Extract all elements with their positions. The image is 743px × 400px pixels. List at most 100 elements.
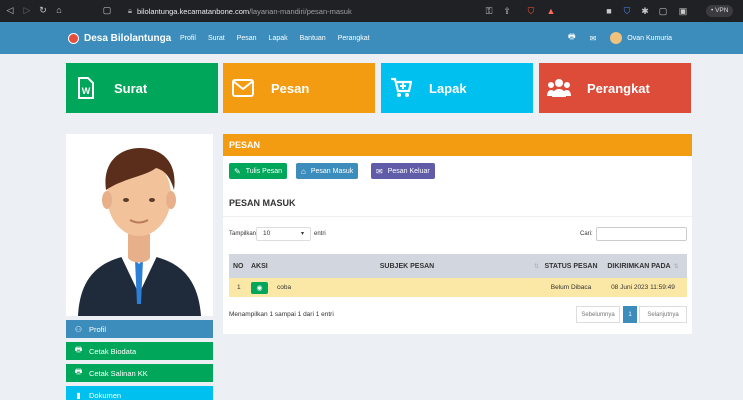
nav-surat[interactable]: Surat bbox=[208, 35, 225, 42]
entries-value: 10 bbox=[263, 230, 271, 237]
sidebar-item-profil[interactable]: ⚇ Profil bbox=[66, 320, 213, 338]
tile-lapak[interactable]: Lapak bbox=[381, 63, 533, 113]
nav-lapak[interactable]: Lapak bbox=[269, 35, 288, 42]
cell-status: Belum Dibaca bbox=[543, 278, 599, 297]
wallet-card-icon[interactable]: ▣ bbox=[676, 4, 690, 18]
header-label: NO bbox=[233, 262, 244, 270]
message-date: 08 Juni 2023 11:59:49 bbox=[611, 284, 675, 291]
brave-shield-icon[interactable]: ⛉ bbox=[524, 4, 538, 18]
col-header-aksi[interactable]: AKSI bbox=[249, 254, 271, 278]
panel-title: PESAN bbox=[223, 134, 692, 156]
print-icon: 🖶︎ bbox=[74, 367, 83, 376]
inbox-icon: ⌂ bbox=[301, 166, 306, 176]
entries-select[interactable]: 10 ▾ bbox=[256, 227, 311, 241]
sort-icon: ⇅ bbox=[533, 263, 539, 270]
section-title: PESAN MASUK bbox=[229, 198, 296, 208]
col-header-date[interactable]: DIKIRIMKAN PADA ⇅ bbox=[599, 254, 687, 278]
share-icon[interactable]: ⇪ bbox=[500, 4, 514, 18]
sidebar-item-label: Dokumen bbox=[89, 390, 122, 400]
header-label: AKSI bbox=[251, 262, 268, 270]
header-label: STATUS PESAN bbox=[544, 262, 598, 270]
chevron-down-icon: ▾ bbox=[300, 231, 304, 237]
sidebar-item-dokumen[interactable]: ▮ Dokumen bbox=[66, 386, 213, 400]
compose-button[interactable]: ✎ Tulis Pesan bbox=[229, 163, 288, 179]
tile-perangkat[interactable]: Perangkat bbox=[539, 63, 691, 113]
tile-pesan[interactable]: Pesan bbox=[223, 63, 375, 113]
sidebar-toggle-icon[interactable]: ▢ bbox=[656, 4, 670, 18]
length-label: Tampilkan bbox=[229, 231, 257, 237]
nav-pesan[interactable]: Pesan bbox=[237, 35, 257, 42]
users-icon bbox=[539, 63, 579, 113]
lock-icon: 🔒︎ bbox=[128, 6, 132, 15]
envelope-icon: ✉︎ bbox=[376, 166, 383, 176]
svg-text:W: W bbox=[82, 86, 91, 96]
vpn-button[interactable]: • VPN bbox=[706, 5, 734, 17]
cell-subject[interactable]: coba bbox=[271, 278, 543, 297]
button-label: Pesan Keluar bbox=[387, 167, 430, 175]
edit-icon: ✎ bbox=[234, 166, 241, 176]
tile-label: Lapak bbox=[429, 80, 467, 96]
brand-name: Desa Bilolantunga bbox=[84, 32, 172, 44]
app-header: Desa Bilolantunga Profil Surat Pesan Lap… bbox=[0, 22, 743, 54]
view-message-button[interactable]: ◉ bbox=[251, 281, 268, 294]
next-page-button[interactable]: Selanjutnya bbox=[639, 306, 687, 323]
print-icon[interactable]: 🖶︎ bbox=[568, 31, 576, 45]
divider bbox=[223, 216, 692, 217]
top-nav: Profil Surat Pesan Lapak Bantuan Perangk… bbox=[180, 22, 382, 54]
button-label: Pesan Masuk bbox=[310, 167, 354, 175]
outbox-button[interactable]: ✉︎ Pesan Keluar bbox=[371, 163, 435, 179]
sort-icon: ⇅ bbox=[673, 263, 679, 270]
sidebar-item-label: Cetak Salinan KK bbox=[89, 368, 148, 378]
reload-icon[interactable]: ↻ bbox=[36, 5, 50, 16]
message-status: Belum Dibaca bbox=[550, 284, 592, 291]
bookmark-icon[interactable]: ▢ bbox=[100, 5, 114, 16]
tile-surat[interactable]: W Surat bbox=[66, 63, 218, 113]
avatar[interactable] bbox=[610, 32, 623, 44]
table-info: Menampilkan 1 sampai 1 dari 1 entri bbox=[229, 311, 334, 318]
search-label: Cari: bbox=[580, 231, 593, 237]
address-bar[interactable]: 🔒︎ bilolantunga.kecamatanbone.com /layan… bbox=[128, 3, 538, 19]
rewards-icon[interactable]: ▲ bbox=[544, 4, 558, 18]
user-icon: ⚇ bbox=[74, 324, 83, 334]
prev-page-button[interactable]: Sebelumnya bbox=[576, 306, 620, 323]
message-panel: PESAN ✎ Tulis Pesan ⌂ Pesan Masuk ✉︎ Pes… bbox=[223, 134, 692, 334]
browser-toolbar: ◁ ▷ ↻ ⌂ ▢ 🔒︎ bilolantunga.kecamatanbone.… bbox=[0, 0, 743, 22]
nav-profil[interactable]: Profil bbox=[180, 35, 196, 42]
cart-icon bbox=[381, 63, 421, 113]
print-icon: 🖶︎ bbox=[74, 345, 83, 354]
col-header-no[interactable]: NO bbox=[229, 254, 249, 278]
cell-date: 08 Juni 2023 11:59:49 bbox=[599, 278, 687, 297]
sidebar-item-label: Profil bbox=[89, 324, 107, 334]
page-1-button[interactable]: 1 bbox=[623, 306, 637, 323]
sidebar-item-cetak-biodata[interactable]: 🖶︎ Cetak Biodata bbox=[66, 342, 213, 360]
wallet-icon[interactable]: ⛉ bbox=[620, 4, 634, 18]
home-icon[interactable]: ⌂ bbox=[52, 5, 66, 15]
header-label: DIKIRIMKAN PADA bbox=[607, 262, 671, 270]
search-input[interactable] bbox=[596, 227, 687, 241]
url-host: bilolantunga.kecamatanbone.com bbox=[137, 6, 250, 16]
village-logo-icon bbox=[68, 32, 79, 44]
user-name[interactable]: Ovan Kumuria bbox=[627, 35, 672, 42]
nav-bantuan[interactable]: Bantuan bbox=[300, 35, 326, 42]
key-icon[interactable]: ⚿ bbox=[482, 4, 496, 18]
document-w-icon: W bbox=[66, 63, 106, 113]
envelope-icon bbox=[223, 63, 263, 113]
forward-icon[interactable]: ▷ bbox=[20, 5, 34, 16]
back-icon[interactable]: ◁ bbox=[3, 5, 17, 16]
puzzle-icon[interactable]: ✱ bbox=[638, 4, 652, 18]
nav-perangkat[interactable]: Perangkat bbox=[338, 35, 370, 42]
extension-icon[interactable]: ■ bbox=[602, 4, 616, 18]
profile-card bbox=[66, 134, 213, 316]
cell-no: 1 bbox=[229, 278, 249, 297]
sidebar-item-cetak-kk[interactable]: 🖶︎ Cetak Salinan KK bbox=[66, 364, 213, 382]
tile-label: Pesan bbox=[271, 80, 310, 96]
header-right: 🖶︎ ✉︎ Ovan Kumuria bbox=[568, 22, 672, 54]
brand[interactable]: Desa Bilolantunga bbox=[68, 22, 171, 54]
inbox-button[interactable]: ⌂ Pesan Masuk bbox=[296, 163, 359, 179]
tile-label: Perangkat bbox=[587, 80, 650, 96]
mail-icon[interactable]: ✉︎ bbox=[590, 34, 597, 43]
button-label: Tulis Pesan bbox=[245, 167, 283, 175]
col-header-subject[interactable]: SUBJEK PESAN ⇅ bbox=[271, 254, 543, 278]
sidebar-item-label: Cetak Biodata bbox=[89, 346, 137, 356]
col-header-status[interactable]: STATUS PESAN bbox=[543, 254, 599, 278]
